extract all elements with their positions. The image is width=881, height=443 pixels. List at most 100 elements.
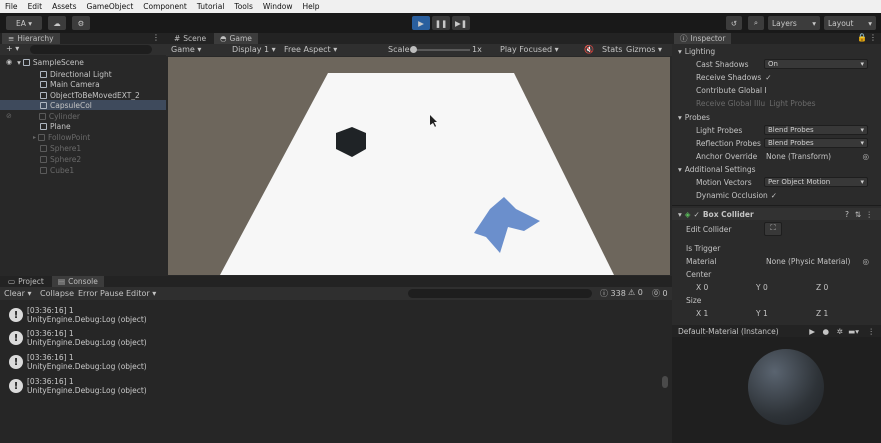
sphere-icon[interactable]: ● — [822, 327, 829, 336]
box-collider-header[interactable]: ▾ ◈ ✓ Box Collider ? ⇅ ⋮ — [672, 208, 881, 220]
hierarchy-item[interactable]: Sphere2 — [0, 154, 166, 164]
play-icon[interactable]: ▶ — [809, 327, 815, 336]
tab-scene[interactable]: # Scene — [168, 33, 212, 44]
center-z-field[interactable]: Z 0 — [816, 283, 828, 292]
editor-dropdown[interactable]: Editor ▾ — [126, 289, 156, 298]
lock-icon[interactable]: 🔒 — [857, 33, 867, 42]
tab-inspector[interactable]: ⓘ Inspector — [674, 33, 732, 44]
inspector-row: Dynamic Occlusion ✓ — [672, 189, 881, 201]
scale-slider-handle[interactable] — [410, 46, 417, 53]
info-toggle[interactable]: ⓘ 338 — [600, 288, 626, 299]
center-x-field[interactable]: X 0 — [696, 283, 708, 292]
menu-tutorial[interactable]: Tutorial — [192, 2, 230, 11]
object-picker-icon[interactable]: ◎ — [862, 152, 869, 161]
cast-shadows-dropdown[interactable]: On ▾ — [764, 59, 868, 69]
tab-console[interactable]: ▤ Console — [52, 276, 104, 287]
game-render-canvas[interactable] — [168, 57, 670, 275]
tab-game[interactable]: ◓ Game — [214, 33, 258, 44]
size-x-field[interactable]: X 1 — [696, 309, 708, 318]
tab-project[interactable]: ▭ Project — [2, 276, 50, 287]
error-pause-button[interactable]: Error Pause — [78, 289, 124, 298]
more-icon[interactable]: ⋮ — [868, 327, 876, 336]
hierarchy-item[interactable]: ⊘ Cylinder — [0, 111, 166, 121]
size-z-field[interactable]: Z 1 — [816, 309, 828, 318]
dynamic-occlusion-checkbox[interactable]: ✓ — [771, 191, 777, 200]
light-probes-dropdown[interactable]: Blend Probes ▾ — [764, 125, 868, 135]
scene-row[interactable]: ◉ ▾ SampleScene — [0, 57, 166, 67]
hierarchy-item[interactable]: Sphere1 — [0, 143, 166, 153]
collab-icon[interactable]: ⚙ — [72, 16, 90, 30]
inspector-panel: ⓘ Inspector 🔒 ⋮ ▾ Lighting Cast Shadows … — [672, 33, 881, 443]
console-search-input[interactable] — [408, 289, 592, 298]
hierarchy-item[interactable]: Main Camera — [0, 79, 166, 89]
light-icon[interactable]: ✲ — [837, 327, 843, 336]
gizmos-dropdown[interactable]: Gizmos ▾ — [626, 45, 662, 54]
material-preview-area[interactable] — [672, 337, 881, 443]
center-y-field[interactable]: Y 0 — [756, 283, 768, 292]
account-dropdown[interactable]: EA ▾ — [6, 16, 42, 30]
edit-collider-button[interactable]: ⛶ — [764, 222, 782, 236]
hierarchy-item[interactable]: Plane — [0, 121, 166, 131]
game-mode-dropdown[interactable]: Game ▾ — [171, 45, 201, 54]
console-log-entry[interactable]: ! [03:36:16] 1 UnityEngine.Debug:Log (ob… — [0, 374, 672, 405]
hidden-icon[interactable]: ⊘ — [6, 112, 12, 120]
reflection-probes-dropdown[interactable]: Blend Probes ▾ — [764, 138, 868, 148]
menu-tools[interactable]: Tools — [229, 2, 257, 11]
motion-vectors-dropdown[interactable]: Per Object Motion ▾ — [764, 177, 868, 187]
step-button[interactable]: ▶❚ — [452, 16, 470, 30]
hierarchy-item[interactable]: ObjectToBeMovedEXT_2 — [0, 90, 166, 100]
hierarchy-item-selected[interactable]: CapsuleCol — [0, 100, 166, 110]
size-y-field[interactable]: Y 1 — [756, 309, 768, 318]
layout-dropdown[interactable]: Layout ▾ — [824, 16, 876, 30]
component-enabled-checkbox[interactable]: ✓ — [694, 210, 700, 219]
expand-arrow-icon[interactable]: ▾ — [17, 58, 21, 67]
play-focused-dropdown[interactable]: Play Focused ▾ — [500, 45, 559, 54]
warning-toggle[interactable]: ⚠ 0 — [628, 288, 643, 297]
menu-gameobject[interactable]: GameObject — [82, 2, 139, 11]
menu-help[interactable]: Help — [297, 2, 324, 11]
add-icon[interactable]: + ▾ — [6, 44, 19, 53]
receive-gi-value[interactable]: Light Probes — [769, 99, 815, 108]
more-icon[interactable]: ⋮ — [869, 33, 877, 42]
hierarchy-item[interactable]: Cube1 — [0, 165, 166, 175]
additional-settings-header[interactable]: ▾ Additional Settings — [672, 163, 881, 175]
more-icon[interactable]: ⋮ — [866, 210, 874, 219]
display-dropdown[interactable]: Display 1 ▾ — [232, 45, 276, 54]
render-mode-icon[interactable]: ▬▾ — [848, 327, 859, 336]
more-icon[interactable]: ⋮ — [152, 33, 160, 42]
scale-slider[interactable] — [410, 46, 470, 53]
stats-button[interactable]: Stats — [602, 45, 622, 54]
hierarchy-item[interactable]: Directional Light — [0, 69, 166, 79]
history-icon[interactable]: ↺ — [726, 16, 742, 30]
menu-edit[interactable]: Edit — [23, 2, 48, 11]
play-button[interactable]: ▶ — [412, 16, 430, 30]
menu-component[interactable]: Component — [138, 2, 192, 11]
material-preview-header[interactable]: Default-Material (Instance) ▶ ● ✲ ▬▾ ⋮ — [672, 325, 881, 337]
probes-header[interactable]: ▾ Probes — [672, 111, 881, 123]
menu-window[interactable]: Window — [258, 2, 298, 11]
cloud-icon[interactable]: ☁ — [48, 16, 66, 30]
lighting-header[interactable]: ▾ Lighting — [672, 45, 881, 57]
anchor-override-field[interactable]: None (Transform) — [766, 152, 831, 161]
preset-icon[interactable]: ⇅ — [855, 210, 861, 219]
layers-dropdown[interactable]: Layers ▾ — [768, 16, 820, 30]
search-icon[interactable]: ⌕ — [748, 16, 764, 30]
mute-icon[interactable]: 🔇 — [584, 45, 594, 54]
object-picker-icon[interactable]: ◎ — [862, 257, 869, 266]
console-scrollbar[interactable] — [662, 376, 668, 388]
error-toggle[interactable]: ⓪ 0 — [652, 288, 668, 299]
menu-assets[interactable]: Assets — [47, 2, 81, 11]
menu-file[interactable]: File — [0, 2, 23, 11]
eye-icon[interactable]: ◉ — [6, 58, 12, 66]
receive-shadows-checkbox[interactable]: ✓ — [765, 73, 771, 82]
pause-button[interactable]: ❚❚ — [432, 16, 450, 30]
hierarchy-item[interactable]: ▸ FollowPoint — [0, 132, 166, 142]
aspect-dropdown[interactable]: Free Aspect ▾ — [284, 45, 337, 54]
help-icon[interactable]: ? — [845, 210, 849, 219]
expand-arrow-icon[interactable]: ▸ — [33, 134, 36, 141]
tab-hierarchy[interactable]: ≡ Hierarchy — [2, 33, 60, 44]
material-field[interactable]: None (Physic Material) — [766, 257, 851, 266]
collapse-button[interactable]: Collapse — [40, 289, 74, 298]
hierarchy-search-input[interactable] — [30, 45, 152, 54]
clear-dropdown[interactable]: Clear ▾ — [4, 289, 31, 298]
